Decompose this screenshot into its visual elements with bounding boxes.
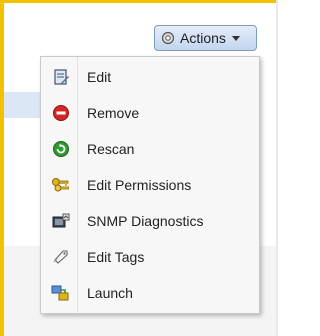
rescan-icon xyxy=(51,139,71,159)
menu-item-label: Remove xyxy=(87,105,140,121)
launch-icon xyxy=(51,283,71,303)
menu-item-label: SNMP Diagnostics xyxy=(87,213,204,229)
menu-item-edit[interactable]: Edit xyxy=(41,62,259,92)
menu-item-edit-permissions[interactable]: Edit Permissions xyxy=(41,170,259,200)
menu-item-remove[interactable]: Remove xyxy=(41,98,259,128)
frame-top-border xyxy=(0,0,278,3)
snmp-diagnostics-icon xyxy=(51,211,71,231)
menu-item-snmp-diagnostics[interactable]: SNMP Diagnostics xyxy=(41,206,259,236)
menu-item-edit-tags[interactable]: Edit Tags xyxy=(41,242,259,272)
menu-item-label: Edit Tags xyxy=(87,249,145,265)
menu-item-label: Edit xyxy=(87,69,112,85)
edit-icon xyxy=(51,67,71,87)
menu-item-launch[interactable]: Launch xyxy=(41,278,259,308)
actions-button-label: Actions xyxy=(180,30,226,46)
menu-item-rescan[interactable]: Rescan xyxy=(41,134,259,164)
actions-button[interactable]: Actions xyxy=(154,25,257,51)
menu-item-label: Edit Permissions xyxy=(87,177,192,193)
remove-icon xyxy=(51,103,71,123)
keys-icon xyxy=(51,175,71,195)
gear-icon xyxy=(161,31,175,45)
chevron-down-icon xyxy=(231,35,240,41)
frame-right-border xyxy=(276,0,278,336)
tag-icon xyxy=(51,247,71,267)
menu-item-label: Rescan xyxy=(87,141,135,157)
menu-item-label: Launch xyxy=(87,285,133,301)
actions-menu: Edit Remove Rescan Edit Permissions SNMP… xyxy=(40,56,260,314)
